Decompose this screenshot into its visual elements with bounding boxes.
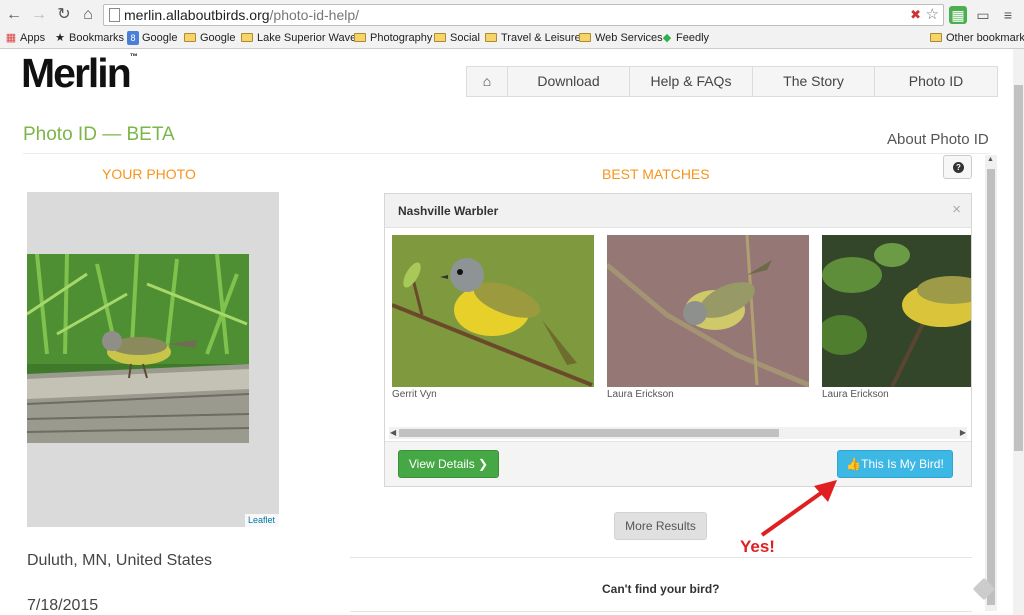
match-card-footer: View Details ❯ 👍This Is My Bird! [385, 441, 971, 486]
results-vertical-scrollbar[interactable]: ▲ [985, 155, 997, 611]
bookmark-google-2[interactable]: Google [184, 31, 235, 45]
match-card: Nashville Warbler × Gerrit Vyn Laura Eri… [384, 193, 972, 487]
window-vertical-scrollbar[interactable] [1013, 49, 1024, 615]
divider [23, 153, 990, 154]
blocked-content-icon[interactable]: ✖ [910, 5, 921, 25]
nav-home[interactable]: ⌂ [467, 67, 508, 96]
bookmark-feedly[interactable]: ◆ Feedly [661, 31, 709, 45]
folder-icon [434, 33, 446, 42]
close-icon[interactable]: × [952, 201, 961, 218]
folder-icon [485, 33, 497, 42]
divider [350, 611, 972, 612]
this-is-my-bird-button[interactable]: 👍This Is My Bird! [837, 450, 953, 478]
divider [350, 557, 972, 558]
about-photo-id-link[interactable]: About Photo ID [887, 131, 989, 148]
url-host: merlin.allaboutbirds.org [124, 7, 270, 23]
feedly-icon: ◆ [662, 32, 672, 44]
match-photo-3[interactable] [822, 235, 971, 387]
match-photo-1[interactable] [392, 235, 594, 387]
nav-the-story[interactable]: The Story [753, 67, 875, 96]
home-icon[interactable]: ⌂ [78, 5, 98, 25]
match-card-header: Nashville Warbler × [385, 194, 971, 228]
bookmark-apps[interactable]: ▦ Apps [5, 31, 45, 45]
scrollbar-thumb[interactable] [1014, 85, 1023, 451]
photo-date: 7/18/2015 [27, 597, 99, 614]
back-arrow-icon[interactable]: ← [4, 5, 24, 25]
photos-horizontal-scrollbar[interactable]: ◀ ▶ [389, 427, 967, 439]
nav-photo-id[interactable]: Photo ID [875, 67, 997, 96]
best-matches-heading: BEST MATCHES [602, 166, 710, 182]
reload-icon[interactable]: ↻ [54, 5, 74, 25]
google-icon: 8 [127, 31, 139, 45]
cast-icon[interactable]: ▭ [974, 6, 992, 24]
menu-icon[interactable]: ≡ [999, 6, 1017, 24]
annotation-text: Yes! [740, 537, 775, 556]
bookmark-star-icon[interactable]: ☆ [926, 5, 939, 25]
match-photo-2[interactable] [607, 235, 809, 387]
top-navigation: ⌂ Download Help & FAQs The Story Photo I… [466, 66, 998, 97]
leaflet-attribution[interactable]: Leaflet [245, 514, 279, 527]
chevron-right-icon: ❯ [478, 457, 489, 471]
nav-download[interactable]: Download [508, 67, 630, 96]
bookmark-google-1[interactable]: 8 Google [127, 31, 177, 45]
page-icon [109, 8, 120, 22]
scroll-up-icon[interactable]: ▲ [987, 156, 994, 163]
browser-chrome: ← → ↻ ⌂ merlin.allaboutbirds.org/photo-i… [0, 0, 1024, 49]
your-photo-heading: YOUR PHOTO [102, 166, 196, 182]
url-path: /photo-id-help/ [269, 7, 360, 23]
scrollbar-thumb[interactable] [399, 429, 779, 437]
scrollbar-thumb[interactable] [987, 169, 995, 605]
folder-icon [241, 33, 253, 42]
bookmark-lake-superior-waves[interactable]: Lake Superior Waves [241, 31, 362, 45]
merlin-logo[interactable]: Merlin™ [21, 50, 138, 97]
uploaded-bird-photo [27, 254, 249, 443]
folder-icon [579, 33, 591, 42]
forward-arrow-icon[interactable]: → [29, 5, 49, 25]
nav-help-faqs[interactable]: Help & FAQs [630, 67, 753, 96]
star-icon: ★ [55, 32, 65, 44]
bookmark-social[interactable]: Social [434, 31, 480, 45]
bookmark-bookmarks[interactable]: ★ Bookmarks [54, 31, 124, 45]
scroll-left-icon[interactable]: ◀ [390, 427, 396, 439]
extension-icon[interactable]: ▦ [949, 6, 967, 24]
photo-credit-1: Gerrit Vyn [392, 389, 437, 400]
photo-location: Duluth, MN, United States [27, 552, 212, 569]
help-button[interactable]: ? [943, 155, 972, 179]
more-results-button[interactable]: More Results [614, 512, 707, 540]
photo-credit-3: Laura Erickson [822, 389, 889, 400]
photo-credit-2: Laura Erickson [607, 389, 674, 400]
bookmark-photography[interactable]: Photography [354, 31, 432, 45]
page-title: Photo ID — BETA [23, 124, 175, 145]
view-details-button[interactable]: View Details ❯ [398, 450, 499, 478]
thumbs-up-icon: 👍 [846, 457, 862, 471]
scroll-right-icon[interactable]: ▶ [960, 427, 966, 439]
question-icon: ? [953, 162, 964, 173]
apps-grid-icon: ▦ [5, 32, 17, 44]
bookmark-travel-leisure[interactable]: Travel & Leisure [485, 31, 581, 45]
address-bar[interactable]: merlin.allaboutbirds.org/photo-id-help/ … [103, 4, 944, 26]
folder-icon [184, 33, 196, 42]
species-name: Nashville Warbler [398, 204, 499, 218]
cant-find-heading: Can't find your bird? [602, 582, 720, 596]
home-icon: ⌂ [482, 73, 492, 89]
folder-icon [930, 33, 942, 42]
folder-icon [354, 33, 366, 42]
bookmark-other[interactable]: Other bookmarks [930, 31, 1024, 45]
bookmarks-bar: ▦ Apps ★ Bookmarks 8 Google Google Lake Sup… [0, 29, 1024, 47]
bookmark-web-services[interactable]: Web Services [579, 31, 663, 45]
